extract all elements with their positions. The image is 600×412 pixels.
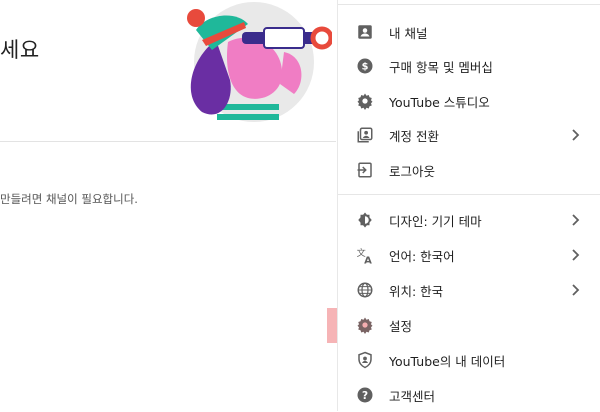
menu-item-label: 계정 전환 <box>389 128 439 144</box>
shield-person-icon <box>355 350 375 370</box>
menu-item-settings[interactable]: 설정 <box>338 308 600 342</box>
svg-text:?: ? <box>362 390 368 402</box>
svg-text:A: A <box>364 255 372 265</box>
menu-item-label: 설정 <box>389 318 413 334</box>
binoculars-illustration <box>187 2 332 122</box>
menu-item-your-data[interactable]: YouTube의 내 데이터 <box>338 343 600 377</box>
account-box-icon <box>355 22 375 42</box>
menu-item-label: YouTube 스튜디오 <box>389 94 490 110</box>
sign-out-icon <box>355 160 375 180</box>
menu-item-label: 위치: 한국 <box>389 283 444 299</box>
welcome-title: 세요 <box>0 38 40 62</box>
menu-item-label: 고객센터 <box>389 388 436 404</box>
menu-item-help[interactable]: ? 고객센터 <box>338 378 600 412</box>
help-icon: ? <box>355 385 375 405</box>
chevron-right-icon <box>570 284 582 296</box>
menu-divider <box>338 194 600 195</box>
switch-account-icon <box>355 125 375 145</box>
menu-item-label: YouTube의 내 데이터 <box>389 353 506 369</box>
theme-icon <box>355 210 375 230</box>
menu-item-label: 언어: 한국어 <box>389 248 455 264</box>
menu-top-border <box>338 4 600 5</box>
chevron-right-icon <box>570 214 582 226</box>
section-divider <box>0 141 336 142</box>
left-pane: 세요 만들려면 채널이 필요합니다. <box>0 0 336 411</box>
menu-item-label: 로그아웃 <box>389 163 436 179</box>
menu-item-location[interactable]: 위치: 한국 <box>338 273 600 307</box>
menu-item-language[interactable]: 文A 언어: 한국어 <box>338 238 600 272</box>
account-menu: 내 채널 $ 구매 항목 및 멤버십 YouTube 스튜디오 계정 전환 로그… <box>337 0 600 411</box>
gear-icon <box>355 315 375 335</box>
chevron-right-icon <box>570 249 582 261</box>
menu-item-label: 내 채널 <box>389 25 428 41</box>
menu-item-label: 구매 항목 및 멤버십 <box>389 59 493 75</box>
menu-item-sign-out[interactable]: 로그아웃 <box>338 153 600 187</box>
menu-item-purchases[interactable]: $ 구매 항목 및 멤버십 <box>338 49 600 83</box>
globe-icon <box>355 280 375 300</box>
translate-icon: 文A <box>355 245 375 265</box>
svg-text:$: $ <box>362 61 369 72</box>
menu-item-studio[interactable]: YouTube 스튜디오 <box>338 84 600 118</box>
channel-note: 만들려면 채널이 필요합니다. <box>0 192 138 206</box>
menu-item-my-channel[interactable]: 내 채널 <box>338 15 600 49</box>
menu-item-theme[interactable]: 디자인: 기기 테마 <box>338 203 600 237</box>
menu-item-label: 디자인: 기기 테마 <box>389 213 482 229</box>
dollar-circle-icon: $ <box>355 56 375 76</box>
menu-item-switch-account[interactable]: 계정 전환 <box>338 118 600 152</box>
chevron-right-icon <box>570 129 582 141</box>
gear-icon <box>355 91 375 111</box>
